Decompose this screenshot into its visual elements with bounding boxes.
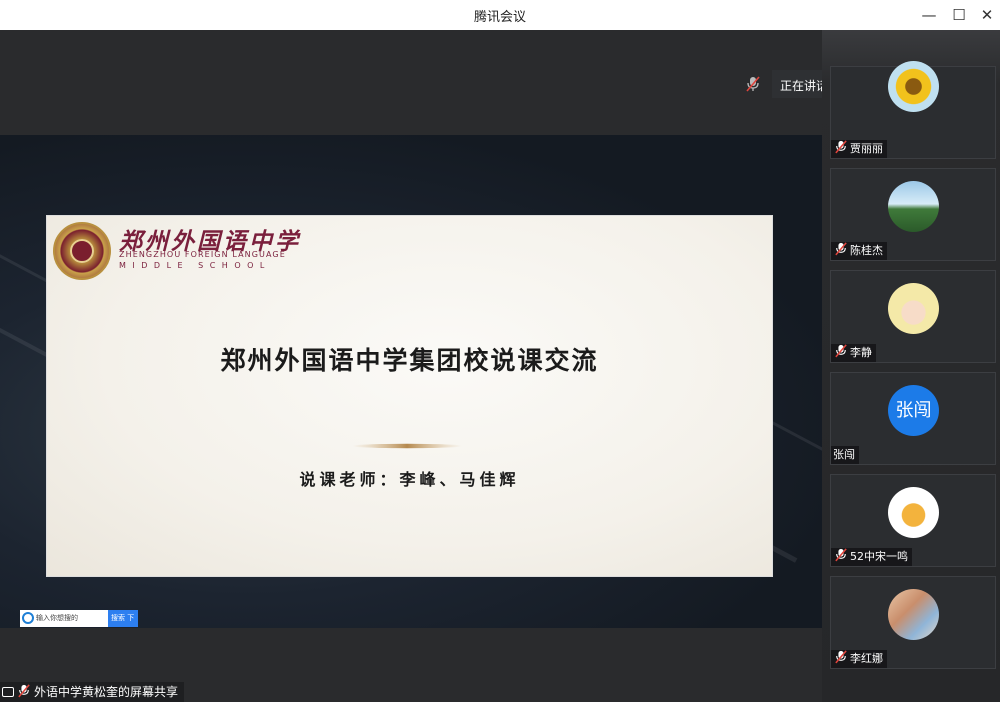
participant-name-tag: 张闯 <box>831 446 859 464</box>
muted-mic-icon <box>835 140 847 154</box>
search-placeholder: 输入你想搜的 <box>36 614 78 622</box>
participant-name-tag: 陈桂杰 <box>831 242 887 260</box>
maximize-button[interactable]: ☐ <box>948 4 970 26</box>
participant-name: 52中宋一鸣 <box>850 550 908 563</box>
cartoon-avatar-icon <box>888 487 939 538</box>
ornament-divider-icon <box>352 443 462 449</box>
participant-name: 贾丽丽 <box>850 142 883 155</box>
taskbar-search-box[interactable]: 输入你想搜的 搜索 下 <box>20 610 138 627</box>
sunflower-avatar-icon <box>888 61 939 112</box>
participant-name-tag: 李红娜 <box>831 650 887 668</box>
participant-name: 张闯 <box>833 448 855 461</box>
screen-share-icon <box>2 687 14 697</box>
screen-share-label: 外语中学黄松奎的屏幕共享 <box>34 685 179 699</box>
participant-name: 李红娜 <box>850 652 883 665</box>
participant-name: 李静 <box>850 346 872 359</box>
kids-avatar-icon <box>888 589 939 640</box>
school-name-en-line2: MIDDLE SCHOOL <box>119 261 271 270</box>
muted-mic-icon <box>18 684 30 698</box>
shared-screen: 郑州外国语中学 ZHENGZHOU FOREIGN LANGUAGE MIDDL… <box>0 135 822 628</box>
participant-tile[interactable]: 张闯 张闯 <box>830 372 996 465</box>
title-bar: 腾讯会议 — ☐ ✕ <box>0 0 1000 30</box>
main-video-area: 郑州外国语中学 ZHENGZHOU FOREIGN LANGUAGE MIDDL… <box>0 30 982 702</box>
participant-tile[interactable]: 陈桂杰 <box>830 168 996 261</box>
muted-mic-icon <box>835 242 847 256</box>
school-seal-icon <box>53 222 111 280</box>
window-title: 腾讯会议 <box>473 10 526 25</box>
presentation-slide: 郑州外国语中学 ZHENGZHOU FOREIGN LANGUAGE MIDDL… <box>46 215 773 577</box>
muted-mic-icon <box>835 650 847 664</box>
tree-avatar-icon <box>888 181 939 232</box>
participant-name-tag: 贾丽丽 <box>831 140 887 158</box>
participant-tile[interactable]: 李静 <box>830 270 996 363</box>
text-avatar: 张闯 <box>888 385 939 436</box>
muted-mic-icon <box>746 76 760 92</box>
minimize-button[interactable]: — <box>918 4 940 26</box>
search-button[interactable]: 搜索 下 <box>108 610 138 627</box>
close-button[interactable]: ✕ <box>976 4 998 26</box>
muted-mic-icon <box>835 548 847 562</box>
participant-sidebar[interactable]: 贾丽丽 陈桂杰 李静 张闯 张闯 52中宋一鸣 李红娜 <box>822 30 1000 702</box>
school-name-en-line1: ZHENGZHOU FOREIGN LANGUAGE <box>119 250 286 259</box>
participant-tile[interactable]: 贾丽丽 <box>830 61 996 159</box>
participant-tile[interactable]: 李红娜 <box>830 576 996 669</box>
browser-icon <box>22 612 34 624</box>
slide-subtitle: 说课老师：李峰、马佳辉 <box>299 470 520 489</box>
participant-tile[interactable]: 52中宋一鸣 <box>830 474 996 567</box>
muted-mic-icon <box>835 344 847 358</box>
participant-name: 陈桂杰 <box>850 244 883 257</box>
baby-avatar-icon <box>888 283 939 334</box>
participant-name-tag: 52中宋一鸣 <box>831 548 912 566</box>
slide-title: 郑州外国语中学集团校说课交流 <box>220 346 599 375</box>
participant-name-tag: 李静 <box>831 344 876 362</box>
screen-share-status[interactable]: 外语中学黄松奎的屏幕共享 <box>0 682 185 702</box>
